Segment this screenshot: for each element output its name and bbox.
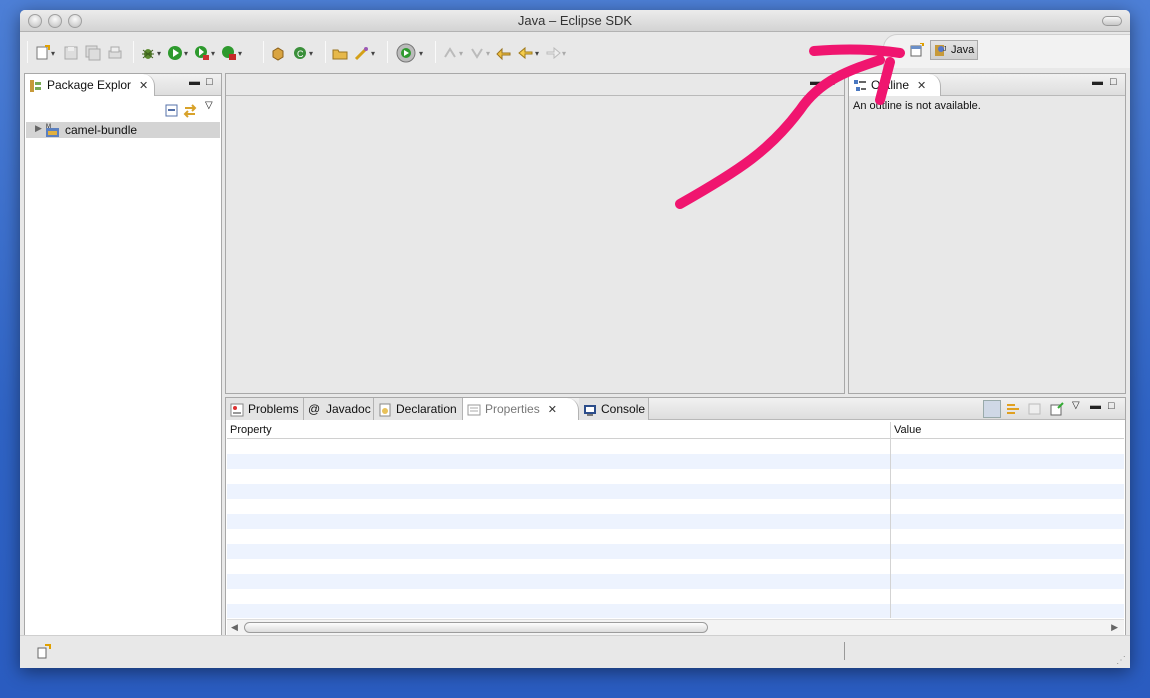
properties-icon bbox=[467, 402, 481, 416]
run-coverage-icon[interactable] bbox=[194, 45, 210, 61]
close-tab-icon[interactable]: ✕ bbox=[548, 404, 557, 416]
restore-default-icon bbox=[1028, 402, 1042, 416]
minimize-icon[interactable]: ▬ bbox=[1092, 76, 1103, 88]
tree-item[interactable]: ▶ M camel-bundle bbox=[26, 122, 220, 138]
minimize-icon[interactable]: ▬ bbox=[189, 76, 200, 88]
java-perspective-icon: J bbox=[934, 43, 948, 57]
maximize-icon[interactable]: □ bbox=[1110, 76, 1117, 88]
outline-icon bbox=[853, 78, 867, 92]
view-menu-icon[interactable]: ▽ bbox=[205, 100, 213, 111]
perspective-label: Java bbox=[951, 44, 975, 56]
package-explorer-panel: Package Explor ✕ ▬ □ ▽ ▶ M camel-bundle bbox=[24, 73, 222, 637]
pin-view-icon[interactable] bbox=[1050, 402, 1064, 416]
show-categories-icon[interactable] bbox=[983, 400, 1001, 418]
table-header: Property Value bbox=[227, 422, 1124, 439]
minimize-icon[interactable]: ▬ bbox=[1090, 400, 1101, 412]
forward-icon bbox=[545, 45, 561, 61]
tab-properties[interactable]: Properties ✕ bbox=[463, 398, 579, 420]
outline-message: An outline is not available. bbox=[853, 100, 981, 112]
back-icon[interactable] bbox=[518, 45, 534, 61]
new-icon[interactable] bbox=[34, 45, 50, 61]
svg-text:C: C bbox=[297, 49, 304, 59]
scrollbar-thumb[interactable] bbox=[244, 622, 708, 633]
declaration-icon bbox=[378, 402, 392, 417]
minimize-window-button[interactable] bbox=[48, 14, 62, 28]
collapse-all-icon[interactable] bbox=[165, 104, 179, 118]
console-icon bbox=[583, 402, 597, 416]
tab-problems[interactable]: Problems bbox=[226, 398, 304, 420]
save-all-icon bbox=[85, 45, 101, 61]
tree-item-label: camel-bundle bbox=[65, 123, 138, 137]
javadoc-icon: @ bbox=[308, 402, 321, 416]
new-java-class-icon[interactable]: C bbox=[292, 45, 308, 61]
close-window-button[interactable] bbox=[28, 14, 42, 28]
java-perspective-button[interactable]: J Java bbox=[930, 40, 978, 60]
tab-javadoc[interactable]: @ Javadoc bbox=[304, 398, 374, 420]
perspective-bar: J Java bbox=[883, 34, 1130, 68]
properties-table-body bbox=[227, 439, 1124, 618]
close-tab-icon[interactable]: ✕ bbox=[139, 80, 148, 92]
horizontal-scrollbar[interactable]: ◀ ▶ bbox=[227, 619, 1124, 635]
new-java-package-icon[interactable] bbox=[270, 45, 286, 61]
maximize-icon[interactable]: □ bbox=[828, 76, 835, 88]
properties-panel: Problems @ Javadoc Declaration Propertie… bbox=[225, 397, 1126, 637]
column-header-property[interactable]: Property bbox=[230, 424, 272, 436]
title-bar: Java – Eclipse SDK bbox=[20, 10, 1130, 32]
open-perspective-icon[interactable] bbox=[910, 42, 924, 57]
scroll-right-icon[interactable]: ▶ bbox=[1111, 622, 1118, 633]
scroll-left-icon[interactable]: ◀ bbox=[231, 622, 238, 633]
tab-console[interactable]: Console bbox=[579, 398, 649, 420]
show-advanced-icon[interactable] bbox=[1006, 402, 1020, 416]
tab-package-explorer[interactable]: Package Explor ✕ bbox=[25, 74, 155, 96]
close-tab-icon[interactable]: ✕ bbox=[917, 80, 926, 92]
fast-view-icon[interactable] bbox=[36, 644, 52, 660]
svg-text:J: J bbox=[943, 46, 947, 53]
eclipse-window: Java – Eclipse SDK ▾ ▾ ▾ ▾ ▾ C ▾ ▾ ▾ ▾ ▾… bbox=[20, 10, 1130, 668]
zoom-window-button[interactable] bbox=[68, 14, 82, 28]
resize-grip-icon[interactable]: ⋰ bbox=[1116, 655, 1126, 666]
search-icon[interactable] bbox=[354, 45, 370, 61]
toolbar-toggle-button[interactable] bbox=[1102, 16, 1122, 26]
open-type-icon[interactable] bbox=[332, 45, 348, 61]
last-edit-icon[interactable] bbox=[496, 45, 512, 61]
prev-annotation-icon bbox=[442, 45, 458, 61]
column-header-value[interactable]: Value bbox=[894, 424, 921, 436]
save-icon bbox=[63, 45, 79, 61]
minimize-icon[interactable]: ▬ bbox=[810, 76, 821, 88]
ant-icon[interactable] bbox=[394, 42, 418, 64]
next-annotation-icon bbox=[469, 45, 485, 61]
window-title: Java – Eclipse SDK bbox=[517, 13, 633, 28]
svg-text:M: M bbox=[46, 124, 51, 130]
status-bar: ⋰ bbox=[20, 635, 1130, 668]
view-menu-icon[interactable]: ▽ bbox=[1072, 400, 1080, 411]
problems-icon bbox=[230, 402, 244, 417]
tab-outline[interactable]: Outline ✕ bbox=[849, 74, 941, 96]
link-with-editor-icon[interactable] bbox=[183, 104, 197, 118]
run-icon[interactable] bbox=[167, 45, 183, 61]
external-tools-icon[interactable] bbox=[221, 45, 237, 61]
editor-area: ▬ □ bbox=[225, 73, 845, 394]
package-explorer-icon bbox=[29, 78, 43, 92]
maximize-icon[interactable]: □ bbox=[1108, 400, 1115, 412]
expand-triangle-icon[interactable]: ▶ bbox=[35, 123, 42, 134]
maximize-icon[interactable]: □ bbox=[206, 76, 213, 88]
print-icon bbox=[107, 45, 123, 61]
outline-panel: Outline ✕ ▬ □ An outline is not available… bbox=[848, 73, 1126, 394]
plugin-project-icon: M bbox=[45, 122, 61, 138]
debug-icon[interactable] bbox=[140, 45, 156, 61]
tab-declaration[interactable]: Declaration bbox=[374, 398, 463, 420]
